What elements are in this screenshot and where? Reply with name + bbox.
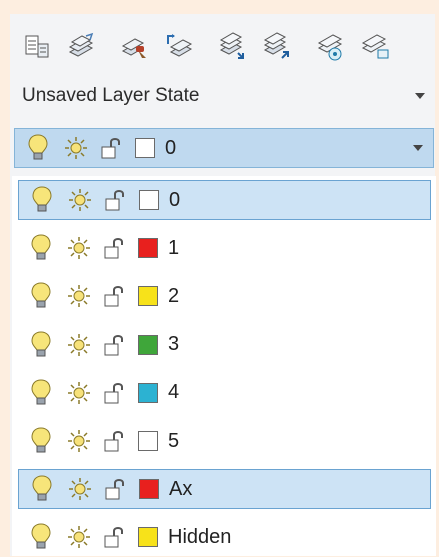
layer-name: 4: [168, 381, 180, 404]
color-swatch[interactable]: [139, 190, 159, 210]
unlock-icon[interactable]: [99, 135, 125, 161]
unisolate-layer-icon[interactable]: [356, 28, 394, 66]
unlock-icon[interactable]: [102, 428, 128, 454]
color-swatch[interactable]: [138, 286, 158, 307]
color-swatch[interactable]: [138, 238, 158, 259]
layer-walk-icon[interactable]: [258, 28, 296, 66]
layer-name: 0: [169, 188, 181, 211]
sun-thawed-icon[interactable]: [66, 380, 92, 406]
current-layer-dropdown[interactable]: 0: [14, 128, 434, 168]
color-swatch[interactable]: [138, 431, 158, 451]
layer-row[interactable]: 4: [18, 373, 431, 413]
color-swatch[interactable]: [135, 138, 155, 158]
lightbulb-on-icon[interactable]: [30, 522, 52, 552]
layer-row[interactable]: 5: [18, 421, 431, 461]
layer-row[interactable]: 2: [18, 276, 431, 316]
current-layer-name: 0: [165, 136, 177, 159]
layers-panel: Unsaved Layer State 0 0 1 2 3 4 5 Ax Hidden: [10, 14, 436, 556]
sun-thawed-icon[interactable]: [67, 476, 93, 502]
unlock-icon[interactable]: [103, 476, 129, 502]
chevron-down-icon[interactable]: [413, 145, 423, 151]
sun-thawed-icon[interactable]: [66, 235, 92, 261]
lightbulb-on-icon[interactable]: [31, 185, 53, 215]
unlock-icon[interactable]: [102, 235, 128, 261]
previous-layer-icon[interactable]: [214, 28, 252, 66]
unlock-icon[interactable]: [102, 380, 128, 406]
sun-thawed-icon[interactable]: [66, 524, 92, 550]
sun-thawed-icon[interactable]: [67, 187, 93, 213]
layer-list: 0 1 2 3 4 5 Ax Hidden: [12, 176, 436, 556]
lightbulb-on-icon[interactable]: [30, 281, 52, 311]
unlock-icon[interactable]: [103, 187, 129, 213]
chevron-down-icon[interactable]: [415, 93, 425, 99]
layer-row[interactable]: Ax: [18, 469, 431, 510]
layer-name: 5: [168, 429, 180, 452]
sun-thawed-icon[interactable]: [66, 332, 92, 358]
lightbulb-on-icon[interactable]: [30, 233, 52, 263]
unlock-icon[interactable]: [102, 332, 128, 358]
sun-thawed-icon[interactable]: [63, 135, 89, 161]
match-layer-icon[interactable]: [160, 28, 198, 66]
color-swatch[interactable]: [138, 334, 158, 355]
layer-row[interactable]: Hidden: [18, 517, 431, 557]
isolate-layer-icon[interactable]: [312, 28, 350, 66]
layer-name: 2: [168, 284, 180, 307]
layer-properties-icon[interactable]: [18, 28, 56, 66]
layer-name: 3: [168, 333, 180, 356]
layer-states-icon[interactable]: [62, 28, 100, 66]
layer-toolbar: [18, 24, 430, 70]
layer-row[interactable]: 1: [18, 228, 431, 268]
layer-row[interactable]: 3: [18, 325, 431, 365]
color-swatch[interactable]: [138, 527, 158, 548]
lightbulb-on-icon[interactable]: [27, 133, 49, 163]
sun-thawed-icon[interactable]: [66, 283, 92, 309]
sun-thawed-icon[interactable]: [66, 428, 92, 454]
unlock-icon[interactable]: [102, 524, 128, 550]
layer-state-label: Unsaved Layer State: [22, 85, 200, 106]
lightbulb-on-icon[interactable]: [30, 330, 52, 360]
make-current-icon[interactable]: [116, 28, 154, 66]
color-swatch[interactable]: [138, 382, 158, 403]
lightbulb-on-icon[interactable]: [30, 378, 52, 408]
layer-state-dropdown[interactable]: Unsaved Layer State: [10, 76, 435, 116]
lightbulb-on-icon[interactable]: [30, 426, 52, 456]
layer-name: 1: [168, 236, 180, 259]
unlock-icon[interactable]: [102, 283, 128, 309]
lightbulb-on-icon[interactable]: [31, 474, 53, 504]
layer-name: Hidden: [168, 525, 232, 548]
color-swatch[interactable]: [139, 479, 159, 500]
layer-row[interactable]: 0: [18, 180, 431, 220]
layer-name: Ax: [169, 477, 193, 500]
